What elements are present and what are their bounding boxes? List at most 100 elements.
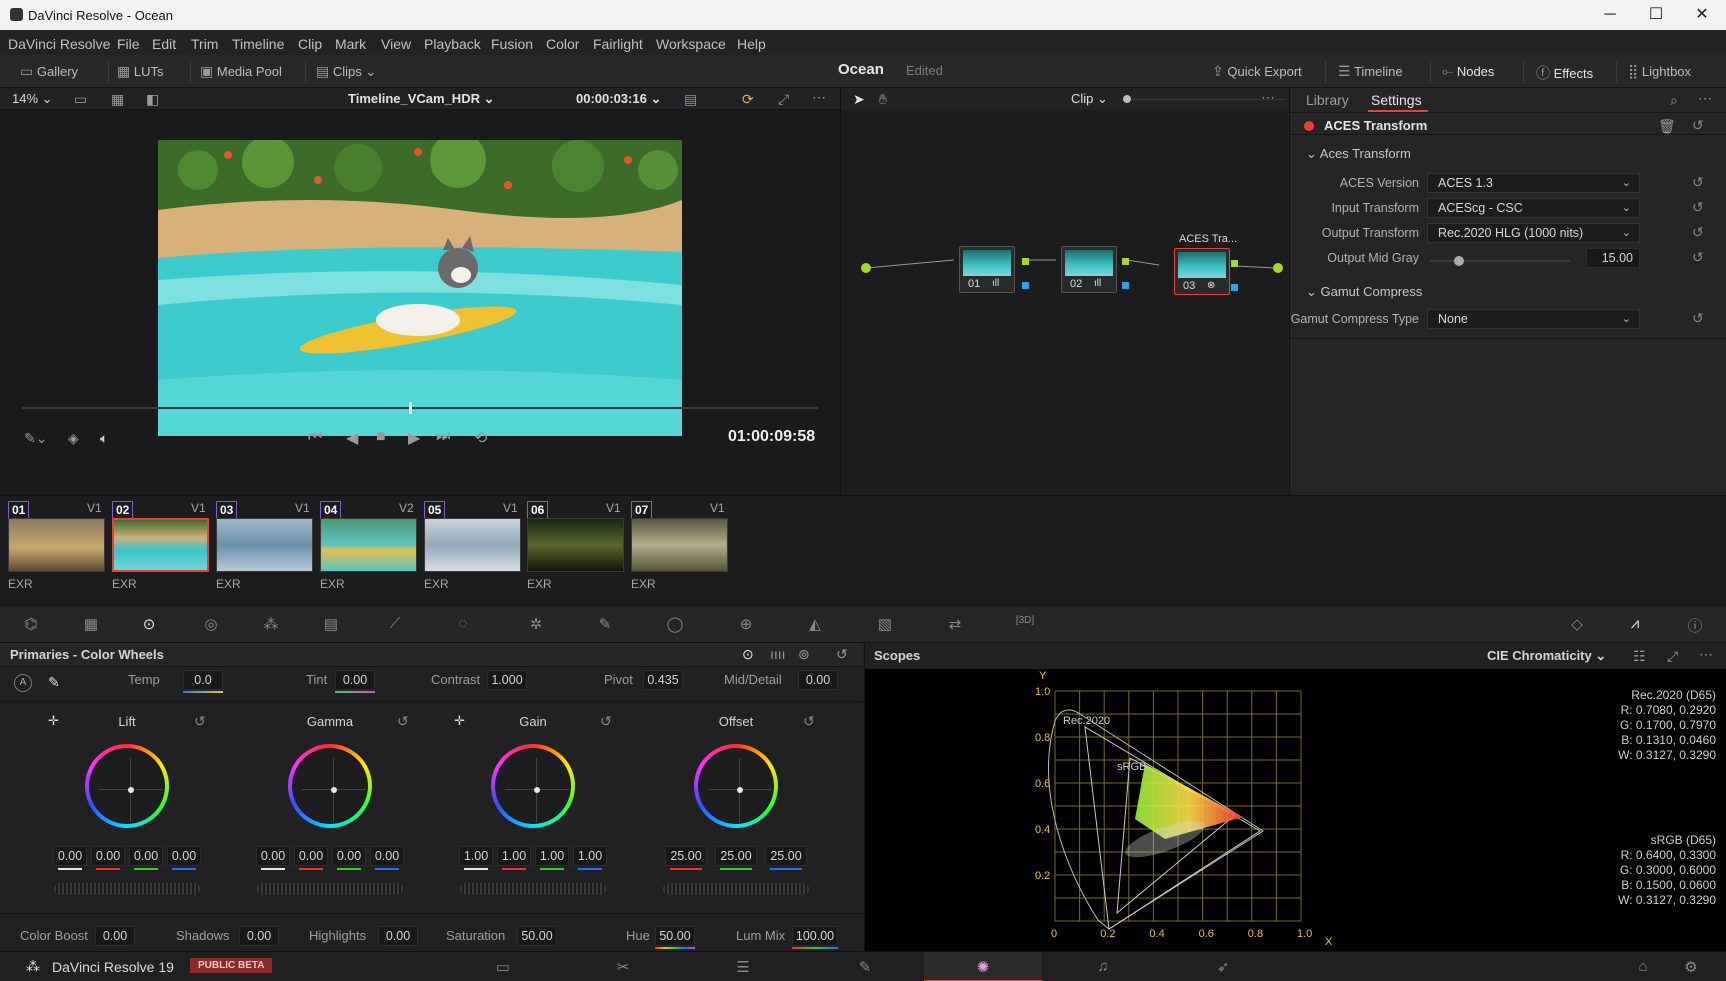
wheel-reset-icon[interactable]: ↺: [600, 713, 612, 730]
layers-icon[interactable]: ◈: [68, 430, 79, 447]
wheel-value-input[interactable]: 0.00: [294, 846, 328, 866]
tab-library[interactable]: Library: [1306, 92, 1349, 108]
quick-export-button[interactable]: ⇪ Quick Export: [1212, 63, 1302, 80]
scrubber-playhead[interactable]: [409, 402, 412, 414]
param-input[interactable]: 0.00: [798, 670, 838, 690]
menu-workspace[interactable]: Workspace: [656, 36, 726, 52]
nodes-toggle-button[interactable]: ⟜ Nodes: [1442, 63, 1494, 80]
mid-gray-input[interactable]: 15.00: [1586, 248, 1640, 268]
reset-icon[interactable]: ↺: [1692, 224, 1704, 241]
param-input[interactable]: 0.00: [239, 926, 279, 946]
page-media-icon[interactable]: ▭: [488, 958, 518, 978]
reset-icon[interactable]: ↺: [1692, 174, 1704, 191]
page-fairlight-icon[interactable]: ♫: [1088, 958, 1118, 978]
input-port[interactable]: [861, 263, 871, 273]
wheel-reset-icon[interactable]: ↺: [397, 713, 409, 730]
menu-timeline[interactable]: Timeline: [232, 36, 284, 52]
more-icon[interactable]: ⋯: [1261, 89, 1275, 106]
home-icon[interactable]: ⌂: [1628, 958, 1658, 978]
menu-color[interactable]: Color: [546, 36, 579, 52]
menu-view[interactable]: View: [381, 36, 411, 52]
bars-mode-icon[interactable]: ıııı: [770, 646, 786, 662]
color-match-icon[interactable]: ▦: [80, 615, 102, 635]
menu-help[interactable]: Help: [737, 36, 766, 52]
step-back-icon[interactable]: ◀: [346, 428, 358, 448]
clip-thumbnail[interactable]: [320, 518, 417, 572]
volume-icon[interactable]: 🔈︎: [100, 430, 108, 447]
input-transform-dropdown[interactable]: ACEScg - CSC ⌄: [1427, 198, 1640, 218]
aces-version-dropdown[interactable]: ACES 1.3 ⌄: [1427, 173, 1640, 193]
page-edit-icon[interactable]: ☰: [728, 958, 758, 978]
qualifier-color-icon[interactable]: ✲: [525, 615, 547, 635]
menu-davinci[interactable]: DaVinci Resolve: [8, 36, 110, 52]
effect-enable-toggle[interactable]: [1304, 121, 1314, 131]
param-input[interactable]: 50.00: [655, 926, 695, 946]
more-icon[interactable]: ⋯: [1698, 90, 1712, 107]
skip-forward-icon[interactable]: ⏭︎: [436, 428, 450, 446]
param-input[interactable]: 1.000: [487, 670, 527, 690]
color-wheel[interactable]: [85, 744, 169, 828]
loop-icon[interactable]: ⟲: [474, 428, 487, 448]
search-icon[interactable]: ⌕: [1670, 92, 1678, 109]
curves-icon[interactable]: ⟋: [384, 615, 406, 635]
param-input[interactable]: 0.00: [95, 926, 135, 946]
rgb-mixer-icon[interactable]: ⁂: [260, 615, 282, 635]
node-rgb-out[interactable]: [1122, 258, 1129, 265]
luts-button[interactable]: ▦ LUTs: [117, 63, 163, 80]
clip-thumbnail[interactable]: [631, 518, 728, 572]
wheel-value-input[interactable]: 1.00: [497, 846, 531, 866]
clip-thumbnail[interactable]: [527, 518, 624, 572]
section-aces-transform[interactable]: ⌄ Aces Transform: [1306, 146, 1411, 162]
color-wheels-icon[interactable]: ⊙: [138, 615, 160, 635]
blur-icon[interactable]: ▧: [874, 615, 896, 635]
hand-icon[interactable]: ✋︎: [879, 91, 887, 108]
split-view-icon[interactable]: ◧: [146, 91, 159, 108]
wheel-puck[interactable]: [128, 787, 134, 793]
minimize-button[interactable]: ─: [1590, 4, 1630, 26]
wheel-value-input[interactable]: 25.00: [665, 846, 707, 866]
clip-thumbnail[interactable]: [424, 518, 521, 572]
white-balance-picker-icon[interactable]: ✎: [48, 674, 60, 691]
lightbox-button[interactable]: ⣿ Lightbox: [1628, 63, 1691, 80]
tracker-icon[interactable]: ⊕: [735, 615, 757, 635]
timeline-select[interactable]: Timeline_VCam_HDR ⌄: [348, 91, 495, 107]
sync-icon[interactable]: ⟳: [742, 91, 754, 108]
tab-settings[interactable]: Settings: [1371, 92, 1422, 108]
color-wheel[interactable]: [288, 744, 372, 828]
log-mode-icon[interactable]: ⊚: [798, 646, 810, 663]
clip-thumbnail[interactable]: [216, 518, 313, 572]
grid-view-icon[interactable]: ▦: [111, 91, 124, 108]
menu-edit[interactable]: Edit: [152, 36, 176, 52]
node-key-out[interactable]: [1022, 282, 1029, 289]
menu-playback[interactable]: Playback: [424, 36, 481, 52]
master-wheel-jog[interactable]: [257, 883, 403, 895]
3d-icon[interactable]: [3D]: [1014, 615, 1036, 635]
menu-fairlight[interactable]: Fairlight: [593, 36, 643, 52]
page-cut-icon[interactable]: ✂︎: [608, 958, 638, 978]
master-wheel-jog[interactable]: [663, 883, 809, 895]
reset-all-icon[interactable]: ↺: [836, 646, 848, 663]
wheel-value-input[interactable]: 1.00: [573, 846, 607, 866]
node-rgb-out[interactable]: [1022, 258, 1029, 265]
single-view-icon[interactable]: ▭: [74, 91, 87, 108]
maximize-button[interactable]: ☐: [1636, 4, 1676, 26]
page-color-icon[interactable]: ✺: [968, 958, 998, 978]
wheel-puck[interactable]: [737, 787, 743, 793]
magic-mask-icon[interactable]: ◭: [804, 615, 826, 635]
window-icon[interactable]: ◯: [664, 615, 686, 635]
wheel-value-input[interactable]: 1.00: [459, 846, 493, 866]
hdr-icon[interactable]: ▤: [684, 91, 697, 108]
param-input[interactable]: 50.00: [517, 926, 557, 946]
wheel-puck[interactable]: [331, 787, 337, 793]
wheel-value-input[interactable]: 0.00: [332, 846, 366, 866]
wheel-value-input[interactable]: 25.00: [715, 846, 757, 866]
wheel-value-input[interactable]: 0.00: [256, 846, 290, 866]
media-pool-button[interactable]: ▣ Media Pool: [200, 63, 282, 80]
menu-file[interactable]: File: [117, 36, 140, 52]
picker-crosshair-icon[interactable]: ✛: [48, 713, 59, 729]
clips-button[interactable]: ▤ Clips ⌄: [316, 63, 376, 80]
wheel-value-input[interactable]: 0.00: [129, 846, 163, 866]
mid-gray-slider-handle[interactable]: [1454, 256, 1464, 266]
gamut-compress-dropdown[interactable]: None ⌄: [1427, 309, 1640, 329]
picker-icon[interactable]: ✎⌄: [24, 430, 47, 447]
